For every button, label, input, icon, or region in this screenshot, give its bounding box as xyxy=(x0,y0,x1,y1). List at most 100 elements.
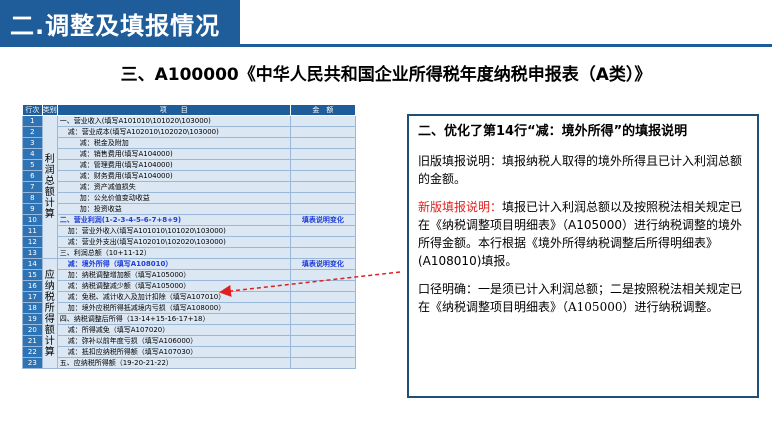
row-number: 18 xyxy=(22,302,43,314)
table-row: 5 减：管理费用(填写A104000) xyxy=(22,159,357,171)
row-amount xyxy=(289,324,357,336)
row-item: 加：境外应税所得抵减境内亏损（填写A108000） xyxy=(56,302,291,314)
row-amount xyxy=(289,137,357,149)
row-number: 8 xyxy=(22,192,43,204)
row-amount xyxy=(289,269,357,281)
info-box: 二、优化了第14行“减：境外所得”的填报说明 旧版填报说明：填报纳税人取得的境外… xyxy=(407,114,759,398)
table-row: 18 加：境外应税所得抵减境内亏损（填写A108000） xyxy=(22,302,357,314)
row-number: 17 xyxy=(22,291,43,303)
old-instruction: 旧版填报说明：填报纳税人取得的境外所得且已计入利润总额的金额。 xyxy=(418,154,743,186)
header-rule xyxy=(0,44,772,47)
row-number: 5 xyxy=(22,159,43,171)
row-item: 加：投资收益 xyxy=(56,203,291,215)
row-number: 6 xyxy=(22,170,43,182)
table-row: 21 减：弥补以前年度亏损（填写A106000） xyxy=(22,335,357,347)
row-number: 2 xyxy=(22,126,43,138)
table-row: 8 加：公允价值变动收益 xyxy=(22,192,357,204)
table-row: 15 加：纳税调整增加额（填写A105000） xyxy=(22,269,357,281)
tax-form-table: 行次 类别 项 目 金 额 1 利润总额计算 一、营业收入(填写A101010\… xyxy=(22,104,357,369)
table-row: 1 利润总额计算 一、营业收入(填写A101010\101020\103000) xyxy=(22,115,357,259)
row-amount xyxy=(289,302,357,314)
table-row: 2 减：营业成本(填写A102010\102020\103000) xyxy=(22,126,357,138)
row-number: 23 xyxy=(22,357,43,369)
row-amount xyxy=(289,170,357,182)
row-amount xyxy=(289,280,357,292)
row-number: 16 xyxy=(22,280,43,292)
row-number: 22 xyxy=(22,346,43,358)
table-row-highlighted: 14 应纳税所得额计算 减：境外所得（填写A108010） 填表说明变化 xyxy=(22,258,357,369)
row-number: 7 xyxy=(22,181,43,193)
category-profit-label: 利润总额计算 xyxy=(41,115,58,259)
table-row-highlighted: 10 二、营业利润(1-2-3-4-5-6-7+8+9) 填表说明变化 xyxy=(22,214,357,226)
row-amount xyxy=(289,291,357,303)
row-item: 减：管理费用(填写A104000) xyxy=(56,159,291,171)
row-amount xyxy=(289,115,357,127)
row-item: 减：抵扣应纳税所得额（填写A107030） xyxy=(56,346,291,358)
table-row: 16 减：纳税调整减少额（填写A105000） xyxy=(22,280,357,292)
row-item: 四、纳税调整后所得（13-14+15-16-17+18） xyxy=(56,313,291,325)
table-row: 22 减：抵扣应纳税所得额（填写A107030） xyxy=(22,346,357,358)
new-instruction-label: 新版填报说明： xyxy=(418,200,503,214)
row-amount xyxy=(289,357,357,369)
section-title: 二.调整及填报情况 xyxy=(10,12,221,40)
row-item: 减：销售费用(填写A104000) xyxy=(56,148,291,160)
row-item: 减：所得减免（填写A107020） xyxy=(56,324,291,336)
header-bar: 二.调整及填报情况 xyxy=(0,0,240,44)
row-item: 加：公允价值变动收益 xyxy=(56,192,291,204)
row-number: 1 xyxy=(22,115,43,127)
table-row: 20 减：所得减免（填写A107020） xyxy=(22,324,357,336)
row-number: 11 xyxy=(22,225,43,237)
row-amount xyxy=(289,192,357,204)
row-amount xyxy=(289,346,357,358)
row-amount-change-note: 填表说明变化 xyxy=(289,214,357,226)
category-taxable-label: 应纳税所得额计算 xyxy=(41,258,58,369)
table-row: 17 减：免税、减计收入及加计扣除（填写A107010） xyxy=(22,291,357,303)
row-item: 减：营业外支出(填写A102010\102020\103000) xyxy=(56,236,291,248)
table-row: 3 减：税金及附加 xyxy=(22,137,357,149)
header-row-num: 行次 xyxy=(22,104,43,116)
header-item: 项 目 xyxy=(56,104,291,116)
row-item: 减：弥补以前年度亏损（填写A106000） xyxy=(56,335,291,347)
row-amount xyxy=(289,126,357,138)
header-category: 类别 xyxy=(41,104,58,116)
table-row: 4 减：销售费用(填写A104000) xyxy=(22,148,357,160)
table-row: 6 减：财务费用(填写A104000) xyxy=(22,170,357,182)
table-row: 11 加：营业外收入(填写A101010\101020\103000) xyxy=(22,225,357,237)
new-instruction: 新版填报说明：填报已计入利润总额以及按照税法相关规定已在《纳税调整项目明细表》（… xyxy=(418,198,748,270)
row-amount xyxy=(289,313,357,325)
row-number: 19 xyxy=(22,313,43,325)
row-item: 一、营业收入(填写A101010\101020\103000) xyxy=(56,115,291,127)
info-heading: 二、优化了第14行“减：境外所得”的填报说明 xyxy=(418,124,688,139)
row-number: 10 xyxy=(22,214,43,226)
row-number: 20 xyxy=(22,324,43,336)
row-number: 13 xyxy=(22,247,43,259)
row-item: 减：纳税调整减少额（填写A105000） xyxy=(56,280,291,292)
row-amount xyxy=(289,181,357,193)
oral-explanation: 口径明确：一是须已计入利润总额；二是按照税法相关规定已在《纳税调整项目明细表》（… xyxy=(418,282,743,314)
row-item: 五、应纳税所得额（19-20-21-22） xyxy=(56,357,291,369)
row-number: 21 xyxy=(22,335,43,347)
row-number: 3 xyxy=(22,137,43,149)
row-amount xyxy=(289,148,357,160)
row-amount xyxy=(289,225,357,237)
row-amount xyxy=(289,236,357,248)
row-item: 减：税金及附加 xyxy=(56,137,291,149)
table-header-row: 行次 类别 项 目 金 额 xyxy=(22,104,357,116)
row-item: 减：财务费用(填写A104000) xyxy=(56,170,291,182)
table-row: 9 加：投资收益 xyxy=(22,203,357,215)
row-item: 减：资产减值损失 xyxy=(56,181,291,193)
row-item: 减：免税、减计收入及加计扣除（填写A107010） xyxy=(56,291,291,303)
row-number: 4 xyxy=(22,148,43,160)
row-item: 加：营业外收入(填写A101010\101020\103000) xyxy=(56,225,291,237)
row-amount xyxy=(289,159,357,171)
row-amount xyxy=(289,335,357,347)
table-row: 7 减：资产减值损失 xyxy=(22,181,357,193)
table-row: 23 五、应纳税所得额（19-20-21-22） xyxy=(22,357,357,369)
row-number: 15 xyxy=(22,269,43,281)
row-number: 14 xyxy=(22,258,43,270)
row-amount xyxy=(289,247,357,259)
row-amount-change-note: 填表说明变化 xyxy=(289,258,357,270)
row-item: 减：营业成本(填写A102010\102020\103000) xyxy=(56,126,291,138)
row-number: 12 xyxy=(22,236,43,248)
page-title: 三、A100000《中华人民共和国企业所得税年度纳税申报表（A类）》 xyxy=(120,65,652,85)
